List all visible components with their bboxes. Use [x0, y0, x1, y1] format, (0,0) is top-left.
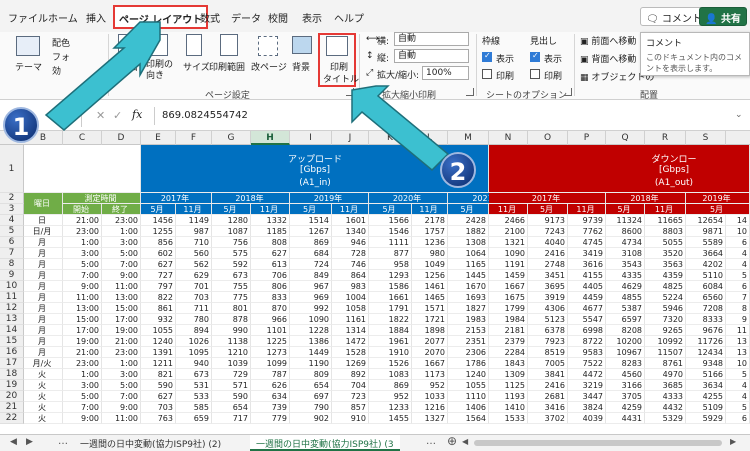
arrow-to-page-layout-tab — [44, 21, 161, 131]
arrow-to-print-titles — [351, 85, 450, 172]
step-badge-2: 2 — [440, 152, 476, 188]
annotation-arrows — [44, 21, 450, 172]
step-badge-1: 1 — [3, 107, 39, 143]
